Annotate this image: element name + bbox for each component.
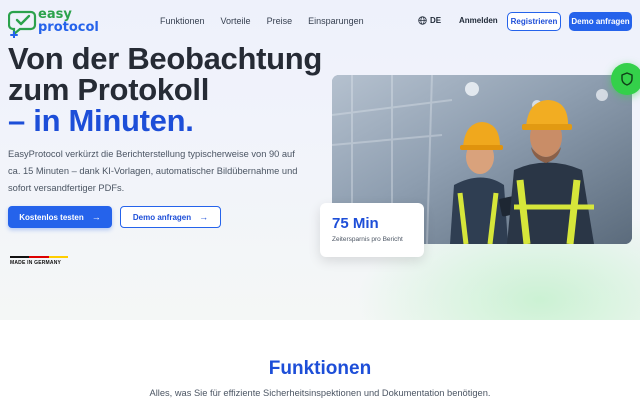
time-savings-card: 75 Min Zeitersparnis pro Bericht [320,203,424,257]
nav-link-funktionen[interactable]: Funktionen [160,16,205,26]
request-demo-button[interactable]: Demo anfragen → [120,206,221,228]
logo-line-2: protocol [38,20,99,35]
hero-description: EasyProtocol verkürzt die Berichterstell… [8,149,298,193]
language-label: DE [430,16,442,25]
brand-logo[interactable]: easy protocol [8,6,108,38]
hero-title-line-1: Von der Beobachtung [8,41,323,76]
german-flag-stripe [10,256,68,258]
made-in-germany-label: MADE IN GERMANY [10,260,62,266]
nav-link-vorteile[interactable]: Vorteile [221,16,251,26]
features-subtitle: Alles, was Sie für effiziente Sicherheit… [149,388,491,398]
arrow-right-icon: → [199,212,209,222]
nav-demo-button[interactable]: Demo anfragen [569,12,632,31]
logo-text: easy protocol [38,8,99,34]
free-trial-label: Kostenlos testen [19,212,84,222]
logo-chat-check-icon [8,10,37,38]
globe-icon [418,16,427,25]
hero-title: Von der Beobachtung zum Protokoll – in M… [8,43,322,136]
time-savings-value: 75 Min [332,215,379,232]
features-title: Funktionen [268,358,372,379]
arrow-right-icon: → [91,212,101,222]
login-link[interactable]: Anmelden [459,16,498,25]
hero-title-line-2: zum Protokoll [8,72,210,107]
nav-link-preise[interactable]: Preise [267,16,293,26]
security-badge [611,63,640,95]
time-savings-label: Zeitersparnis pro Bericht [332,236,403,243]
request-demo-label: Demo anfragen [132,212,192,222]
top-nav: easy protocol Funktionen Vorteile Preise… [0,0,640,44]
nav-link-einsparungen[interactable]: Einsparungen [308,16,364,26]
free-trial-button[interactable]: Kostenlos testen → [8,206,112,228]
shield-icon [621,72,633,86]
language-switcher[interactable]: DE [418,16,441,25]
hero-title-line-3: – in Minuten. [8,103,194,138]
made-in-germany-badge: MADE IN GERMANY [10,256,68,268]
register-button[interactable]: Registrieren [507,12,561,31]
nav-links: Funktionen Vorteile Preise Einsparungen [160,16,364,26]
